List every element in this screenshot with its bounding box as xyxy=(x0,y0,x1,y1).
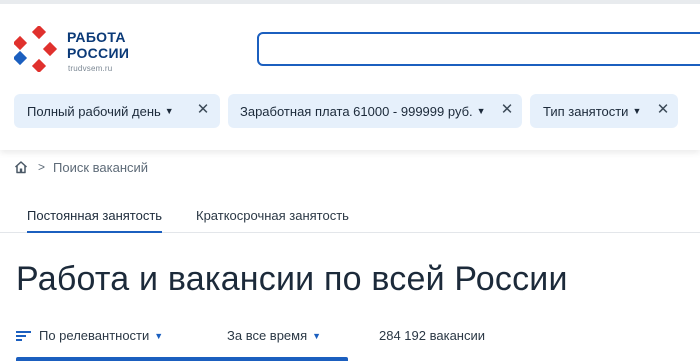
employment-tabs: Постоянная занятость Краткосрочная занят… xyxy=(0,200,700,233)
search-input[interactable] xyxy=(257,32,700,66)
logo-title: РАБОТА РОССИИ xyxy=(67,29,129,61)
logo-title-line2: РОССИИ xyxy=(67,45,130,61)
logo[interactable]: РАБОТА РОССИИ trudvsem.ru xyxy=(14,23,144,79)
home-icon[interactable] xyxy=(14,160,28,174)
breadcrumb-current: Поиск вакансий xyxy=(53,159,149,175)
sort-dropdown[interactable]: По релевантности ▼ xyxy=(16,328,163,343)
filter-chip-label: Полный рабочий день xyxy=(27,103,161,119)
page-title: Работа и вакансии по всей России xyxy=(16,260,568,298)
close-icon[interactable]: ✕ xyxy=(196,102,210,118)
filter-chip-full-day[interactable]: Полный рабочий день ▼ ✕ xyxy=(14,94,220,128)
chevron-down-icon[interactable]: ▼ xyxy=(632,106,641,116)
logo-title-line1: РАБОТА xyxy=(67,29,126,45)
period-label: За все время xyxy=(227,328,308,343)
filter-chip-label: Тип занятости xyxy=(543,103,629,119)
tab-permanent[interactable]: Постоянная занятость xyxy=(27,208,163,233)
close-icon[interactable]: ✕ xyxy=(500,102,514,118)
logo-site-url: trudvsem.ru xyxy=(68,64,113,73)
vacancy-count: 284 192 вакансии xyxy=(379,328,485,343)
period-dropdown[interactable]: За все время ▼ xyxy=(227,328,321,343)
sort-icon xyxy=(16,330,31,341)
breadcrumb-separator: > xyxy=(38,160,46,174)
filter-chip-label: Заработная плата 61000 - 999999 руб. xyxy=(240,103,473,119)
chevron-down-icon[interactable]: ▼ xyxy=(477,106,486,116)
breadcrumb: > Поиск вакансий xyxy=(14,158,148,176)
sort-label: По релевантности xyxy=(39,328,150,343)
chevron-down-icon: ▼ xyxy=(312,330,322,341)
close-icon[interactable]: ✕ xyxy=(656,102,670,118)
site-header: РАБОТА РОССИИ trudvsem.ru Полный рабочий… xyxy=(0,0,700,150)
filter-chip-employment-type[interactable]: Тип занятости ▼ ✕ xyxy=(530,94,678,128)
chevron-down-icon[interactable]: ▼ xyxy=(165,106,174,116)
chevron-down-icon: ▼ xyxy=(154,330,164,341)
filter-chip-salary[interactable]: Заработная плата 61000 - 999999 руб. ▼ ✕ xyxy=(228,94,522,128)
logo-mark-icon xyxy=(14,26,58,72)
tab-short-term[interactable]: Краткосрочная занятость xyxy=(196,208,349,231)
results-list-edge xyxy=(16,357,348,361)
